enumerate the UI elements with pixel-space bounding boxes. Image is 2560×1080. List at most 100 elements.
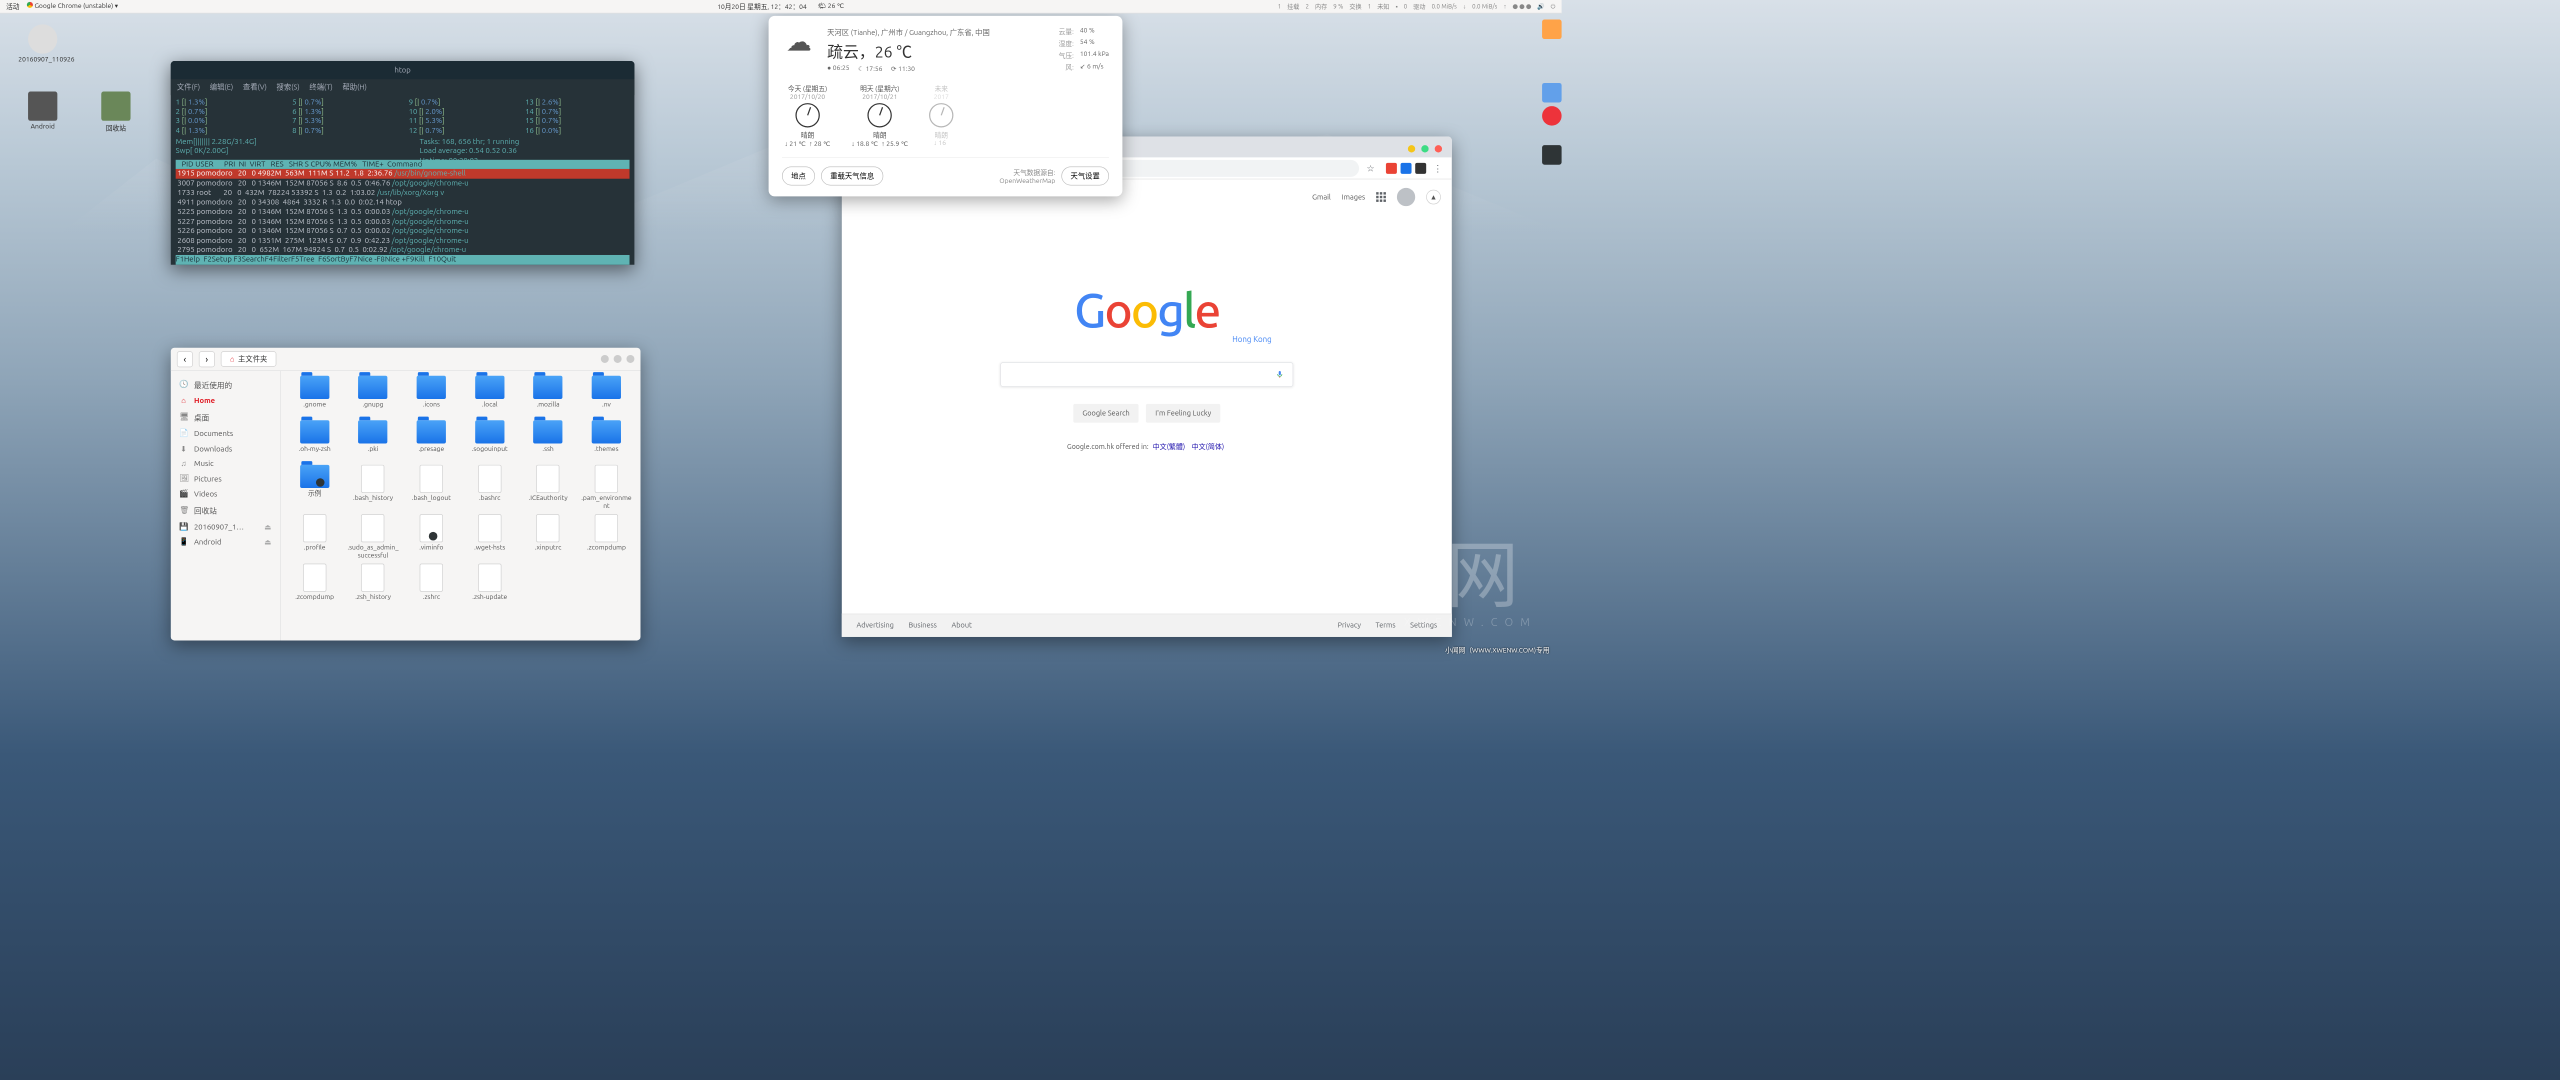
sidebar-item[interactable]: 🕓最近使用的 xyxy=(171,376,280,394)
file-item[interactable]: .zsh-update xyxy=(463,564,516,610)
activities-button[interactable]: 活动 xyxy=(6,2,19,12)
process-row[interactable]: 4911 pomodoro 20 0 34308 4864 3332 R 1.3… xyxy=(176,198,630,208)
folder-item[interactable]: 示例 xyxy=(288,465,341,511)
sidebar-item[interactable]: ⌂Home xyxy=(171,393,280,408)
window-controls[interactable] xyxy=(1403,140,1447,157)
file-item[interactable]: .wget-hsts xyxy=(463,514,516,560)
folder-item[interactable]: .pki xyxy=(346,420,399,461)
folder-item[interactable]: .gnupg xyxy=(346,376,399,417)
file-item[interactable]: .bash_history xyxy=(346,465,399,511)
dock-item[interactable] xyxy=(1542,20,1562,40)
folder-item[interactable]: .themes xyxy=(580,420,633,461)
file-item[interactable]: .bash_logout xyxy=(405,465,458,511)
location-button[interactable]: 地点 xyxy=(782,167,815,186)
footer-link[interactable]: Advertising xyxy=(856,622,893,630)
google-search-button[interactable]: Google Search xyxy=(1073,404,1139,423)
weather-settings-button[interactable]: 天气设置 xyxy=(1061,167,1109,186)
folder-item[interactable]: .oh-my-zsh xyxy=(288,420,341,461)
folder-item[interactable]: .nv xyxy=(580,376,633,417)
avatar[interactable] xyxy=(1397,188,1415,206)
nav-back-button[interactable]: ‹ xyxy=(177,351,193,367)
reload-weather-button[interactable]: 重载天气信息 xyxy=(821,167,883,186)
process-row[interactable]: 1915 pomodoro 20 0 4982M 563M 111M S 11.… xyxy=(176,169,630,179)
images-link[interactable]: Images xyxy=(1342,193,1365,201)
sidebar-item[interactable]: ♫Music xyxy=(171,456,280,471)
eject-icon[interactable]: ⏏ xyxy=(264,537,271,546)
eject-icon[interactable]: ⏏ xyxy=(264,522,271,531)
dock-item[interactable] xyxy=(1542,83,1562,103)
file-item[interactable]: .sudo_as_admin_successful xyxy=(346,514,399,560)
sidebar-item[interactable]: 💾20160907_1…⏏ xyxy=(171,519,280,534)
folder-item[interactable]: .presage xyxy=(405,420,458,461)
terminal-menubar[interactable]: 文件(F) 编辑(E) 查看(V) 搜索(S) 终端(T) 帮助(H) xyxy=(171,79,635,95)
footer-link[interactable]: About xyxy=(951,622,971,630)
sidebar-item[interactable]: 🎬Videos xyxy=(171,486,280,501)
sidebar-item[interactable]: 🖥桌面 xyxy=(171,408,280,426)
window-controls[interactable] xyxy=(601,355,635,363)
active-app[interactable]: Google Chrome (unstable) ▾ xyxy=(27,2,118,12)
forecast-day[interactable]: 明天 (星期六)2017/10/21晴朗↓ 18.8 ℃ ↑ 25.9 ℃ xyxy=(851,84,908,148)
process-row[interactable]: 3007 pomodoro 20 0 1346M 152M 87056 S 8.… xyxy=(176,179,630,189)
file-item[interactable]: .xinputrc xyxy=(521,514,574,560)
extensions[interactable] xyxy=(1386,163,1426,174)
file-item[interactable]: .zshrc xyxy=(405,564,458,610)
lucky-button[interactable]: I'm Feeling Lucky xyxy=(1146,404,1220,423)
menu-item[interactable]: 搜索(S) xyxy=(277,82,300,93)
file-item[interactable]: .zsh_history xyxy=(346,564,399,610)
file-item[interactable]: .profile xyxy=(288,514,341,560)
folder-item[interactable]: .ssh xyxy=(521,420,574,461)
sidebar-item[interactable]: 🗑回收站 xyxy=(171,501,280,519)
terminal-title[interactable]: htop xyxy=(171,61,635,79)
file-item[interactable]: .bashrc xyxy=(463,465,516,511)
menu-item[interactable]: 帮助(H) xyxy=(342,82,366,93)
star-button[interactable]: ☆ xyxy=(1363,160,1379,176)
dock-item[interactable] xyxy=(1542,106,1562,126)
lang-link[interactable]: 中文(简体) xyxy=(1192,443,1224,451)
process-row[interactable]: 5225 pomodoro 20 0 1346M 152M 87056 S 1.… xyxy=(176,207,630,217)
menu-item[interactable]: 编辑(E) xyxy=(210,82,233,93)
footer-link[interactable]: Business xyxy=(908,622,936,630)
menu-item[interactable]: 查看(V) xyxy=(243,82,267,93)
process-row[interactable]: 2795 pomodoro 20 0 652M 167M 94924 S 0.7… xyxy=(176,245,630,255)
breadcrumb[interactable]: ⌂主文件夹 xyxy=(221,351,277,366)
file-item[interactable]: .ICEauthority xyxy=(521,465,574,511)
menu-button[interactable]: ⋮ xyxy=(1430,160,1446,176)
sidebar-item[interactable]: 🖼Pictures xyxy=(171,471,280,486)
forecast-day[interactable]: 未来2017晴朗↓ 16 xyxy=(929,84,953,148)
process-row[interactable]: 5226 pomodoro 20 0 1346M 152M 87056 S 0.… xyxy=(176,226,630,236)
menu-item[interactable]: 终端(T) xyxy=(309,82,332,93)
clock[interactable]: 10月20日 星期五, 12：42：04 xyxy=(717,2,807,12)
folder-item[interactable]: .mozilla xyxy=(521,376,574,417)
footer-link[interactable]: Privacy xyxy=(1338,622,1361,630)
mic-icon[interactable] xyxy=(1276,368,1285,380)
folder-item[interactable]: .gnome xyxy=(288,376,341,417)
ext-icon[interactable]: ▲ xyxy=(1426,190,1441,205)
gmail-link[interactable]: Gmail xyxy=(1312,193,1331,201)
desktop-icon[interactable]: 20160907_110926 xyxy=(18,24,67,63)
sidebar-item[interactable]: ⬇Downloads xyxy=(171,441,280,456)
file-item[interactable]: .pam_environment xyxy=(580,465,633,511)
folder-item[interactable]: .sogouinput xyxy=(463,420,516,461)
trash-icon[interactable]: 回收站 xyxy=(92,92,141,133)
sidebar-item[interactable]: 📱Android⏏ xyxy=(171,534,280,549)
sidebar-item[interactable]: 📄Documents xyxy=(171,426,280,441)
dock-item-terminal[interactable] xyxy=(1542,145,1562,165)
desktop-icon[interactable]: Android xyxy=(18,92,67,131)
system-indicators[interactable]: 1挂载 2内存 9 %交换 1未知 ▪0驱动 0.0 MiB/s↓0.0 MiB… xyxy=(1278,2,1562,11)
weather-indicator[interactable]: 🌤 26 ℃ xyxy=(818,2,845,12)
forecast-day[interactable]: 今天 (星期五)2017/10/20晴朗↓ 21 ℃ ↑ 28 ℃ xyxy=(784,84,830,148)
lang-link[interactable]: 中文(繁體) xyxy=(1153,443,1185,451)
search-input[interactable] xyxy=(1000,362,1293,386)
folder-item[interactable]: .local xyxy=(463,376,516,417)
file-item[interactable]: .zcompdump xyxy=(580,514,633,560)
forecast-row[interactable]: 今天 (星期五)2017/10/20晴朗↓ 21 ℃ ↑ 28 ℃ 明天 (星期六… xyxy=(784,84,1106,148)
nav-forward-button[interactable]: › xyxy=(199,351,215,367)
file-item[interactable]: .viminfo xyxy=(405,514,458,560)
process-row[interactable]: 2608 pomodoro 20 0 1351M 275M 123M S 0.7… xyxy=(176,236,630,246)
htop-fnbar[interactable]: F1Help F2Setup F3SearchF4FilterF5Tree F6… xyxy=(176,255,630,265)
file-item[interactable]: .zcompdump xyxy=(288,564,341,610)
footer-link[interactable]: Terms xyxy=(1376,622,1396,630)
process-row[interactable]: 5227 pomodoro 20 0 1346M 152M 87056 S 1.… xyxy=(176,217,630,227)
menu-item[interactable]: 文件(F) xyxy=(177,82,200,93)
process-row[interactable]: 1733 root 20 0 432M 78224 53392 S 1.3 0.… xyxy=(176,188,630,198)
